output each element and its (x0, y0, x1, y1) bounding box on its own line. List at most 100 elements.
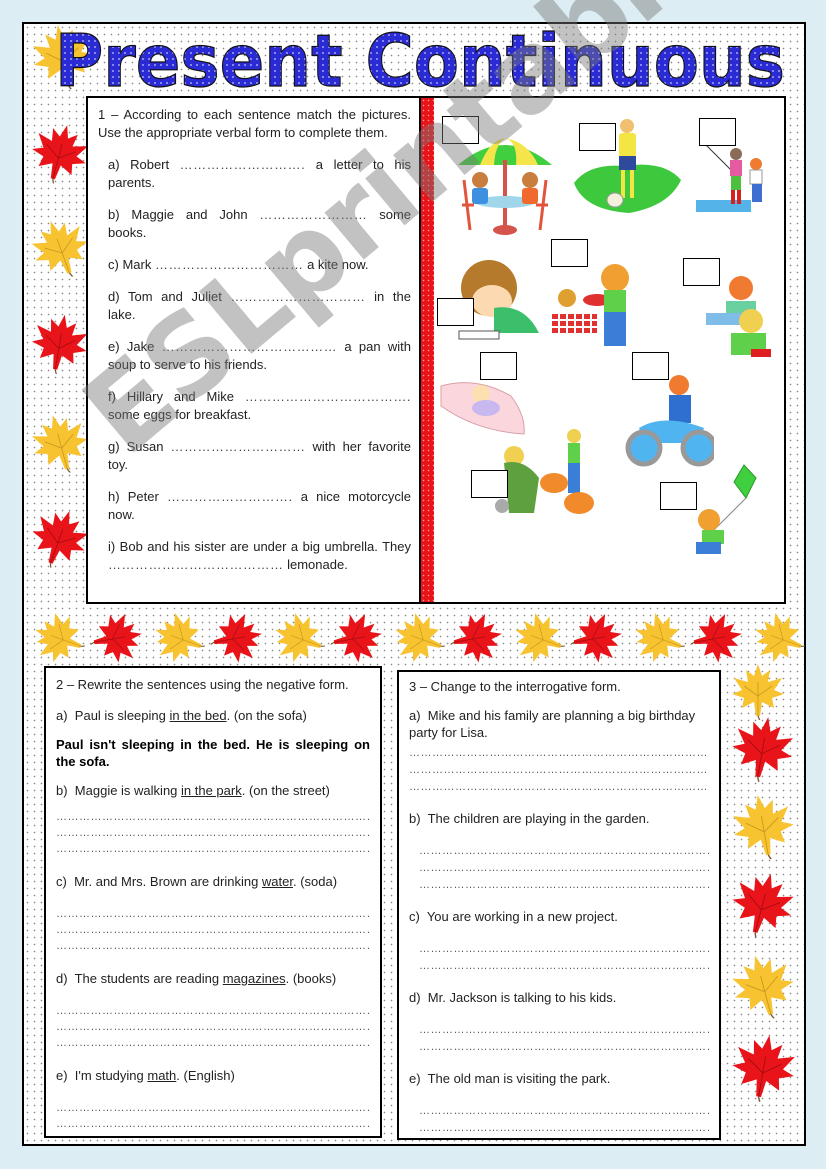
picture-label-box[interactable] (442, 116, 479, 144)
answer-line[interactable]: …………………………………………………………………………… (56, 1019, 370, 1035)
exercise-3-question: d) Mr. Jackson is talking to his kids. (409, 989, 709, 1006)
underlined-phrase: in the park (181, 783, 242, 798)
item-letter: f) (108, 389, 116, 404)
exercise-2-question: b) Maggie is walking in the park. (on th… (56, 782, 370, 799)
item-letter: a) (409, 708, 428, 723)
answer-line[interactable]: …………………………………………………………………… (419, 877, 709, 894)
answer-line[interactable]: …………………………………………………………………… (419, 1039, 709, 1056)
hint-text: . (on the street) (241, 783, 330, 798)
answer-line[interactable]: …………………………………………………………………………… (56, 922, 370, 938)
answer-line[interactable]: …………………………………………………………………… (409, 745, 709, 762)
answer-blank[interactable]: ………………………………… (162, 339, 338, 354)
yellow-maple-leaf-icon (270, 610, 332, 666)
red-maple-leaf-icon (728, 1030, 800, 1108)
hint-text: . (soda) (293, 874, 338, 889)
answer-line[interactable]: …………………………………………………………………… (419, 1120, 709, 1137)
sentence-start: Susan (119, 439, 171, 454)
answer-lines: …………………………………………………………………………………………………………… (56, 1003, 370, 1051)
answer-lines: …………………………………………………………………………………………………………… (409, 1022, 709, 1056)
picture-label-box[interactable] (480, 352, 517, 380)
answer-blank[interactable]: …………………………… (155, 257, 304, 272)
exercise-3-question: e) The old man is visiting the park. (409, 1070, 709, 1087)
sentence-text: The students are reading (74, 971, 223, 986)
sentence-text: Paul is sleeping (74, 708, 166, 723)
answer-line[interactable]: …………………………………………………………………………… (56, 1100, 370, 1116)
answer-blank[interactable]: ………………………. (167, 489, 293, 504)
item-letter: h) (108, 489, 120, 504)
sentence-text: Mike and his family are planning a big b… (409, 708, 696, 740)
item-letter: d) (409, 990, 428, 1005)
answer-line[interactable]: …………………………………………………………………… (419, 941, 709, 958)
yellow-maple-leaf-icon (28, 410, 92, 478)
picture-label-box[interactable] (551, 239, 588, 267)
sentence-start: Tom and Juliet (119, 289, 231, 304)
picture-label-box[interactable] (437, 298, 474, 326)
answer-line[interactable]: …………………………………………………………………… (409, 779, 709, 796)
answer-line[interactable]: …………………………………………………………………… (419, 843, 709, 860)
exercise-3-question: b) The children are playing in the garde… (409, 810, 709, 827)
red-maple-leaf-icon (685, 610, 746, 666)
item-letter: c) (56, 874, 75, 889)
yellow-maple-leaf-icon (390, 610, 452, 666)
answer-line[interactable]: …………………………………………………………………… (419, 1103, 709, 1120)
answer-line[interactable]: …………………………………………………………………………… (56, 906, 370, 922)
answer-blank[interactable]: ………………………… (231, 289, 366, 304)
fishing-picture (696, 140, 786, 225)
answer-blank[interactable]: ………………………… (170, 439, 305, 454)
answer-line[interactable]: …………………………………………………………………………… (56, 1116, 370, 1132)
exercise-1-item: a) Robert ………………………. a letter to his par… (108, 156, 411, 192)
answer-line[interactable]: …………………………………………………………………………… (56, 841, 370, 857)
item-letter: c) (108, 257, 119, 272)
sentence-start: Mark (118, 257, 155, 272)
exercise-1-item: f) Hillary and Mike ………………………………. some e… (108, 388, 411, 424)
answer-line[interactable]: …………………………………………………………………………… (56, 825, 370, 841)
yellow-maple-leaf-icon (630, 610, 692, 666)
exercise-3-question: a) Mike and his family are planning a bi… (409, 707, 709, 741)
picture-label-box[interactable] (660, 482, 697, 510)
underlined-phrase: math (147, 1068, 177, 1083)
exercise-2-box: 2 – Rewrite the sentences using the nega… (44, 666, 382, 1138)
exercise-1-sentences: 1 – According to each sentence match the… (86, 96, 421, 604)
answer-line[interactable]: …………………………………………………………………………… (56, 1035, 370, 1051)
exercise-2-question: d) The students are reading magazines. (… (56, 970, 370, 987)
sentence-text: Mr. Jackson is talking to his kids. (427, 990, 617, 1005)
red-maple-leaf-icon (28, 310, 92, 380)
underlined-phrase: water (261, 874, 293, 889)
exercise-1-items: a) Robert ………………………. a letter to his par… (98, 156, 411, 574)
red-maple-leaf-icon (205, 610, 266, 666)
item-letter: d) (108, 289, 120, 304)
answer-line[interactable]: …………………………………………………………………… (419, 958, 709, 975)
exercise-3-items: a) Mike and his family are planning a bi… (409, 707, 709, 1137)
item-letter: d) (56, 971, 75, 986)
answer-line[interactable]: …………………………………………………………………………… (56, 809, 370, 825)
answer-line[interactable]: …………………………………………………………………… (419, 1022, 709, 1039)
yellow-maple-leaf-icon (728, 950, 798, 1025)
umbrella-table-picture (450, 130, 560, 245)
hint-text: . (English) (176, 1068, 235, 1083)
answer-blank[interactable]: …………………… (259, 207, 367, 222)
sentence-start: Hillary and Mike (115, 389, 245, 404)
answer-blank[interactable]: ………………………………. (245, 389, 411, 404)
exercise-1-item: e) Jake ………………………………… a pan with soup to… (108, 338, 411, 374)
answer-line[interactable]: …………………………………………………………………… (419, 860, 709, 877)
item-letter: e) (56, 1068, 75, 1083)
picture-label-box[interactable] (683, 258, 720, 286)
red-maple-leaf-icon (85, 610, 146, 666)
picture-label-box[interactable] (699, 118, 736, 146)
picture-label-box[interactable] (632, 352, 669, 380)
sentence-start: Robert (119, 157, 180, 172)
picture-label-box[interactable] (471, 470, 508, 498)
motorcycle-picture (624, 373, 718, 473)
exercise-1-pictures (434, 96, 786, 604)
yellow-maple-leaf-icon (30, 610, 92, 666)
answer-blank[interactable]: ………………………. (180, 157, 306, 172)
answer-line[interactable]: …………………………………………………………………………… (56, 938, 370, 954)
answer-lines: …………………………………………………………………………………………………………… (409, 1103, 709, 1137)
answer-line[interactable]: …………………………………………………………………… (409, 762, 709, 779)
exercise-1-item: c) Mark …………………………… a kite now. (108, 256, 411, 274)
picture-label-box[interactable] (579, 123, 616, 151)
answer-line[interactable]: …………………………………………………………………………… (56, 1003, 370, 1019)
item-letter: b) (56, 783, 75, 798)
answer-blank[interactable]: ………………………………… (108, 557, 284, 572)
title-text: Present Continuous (55, 20, 785, 98)
